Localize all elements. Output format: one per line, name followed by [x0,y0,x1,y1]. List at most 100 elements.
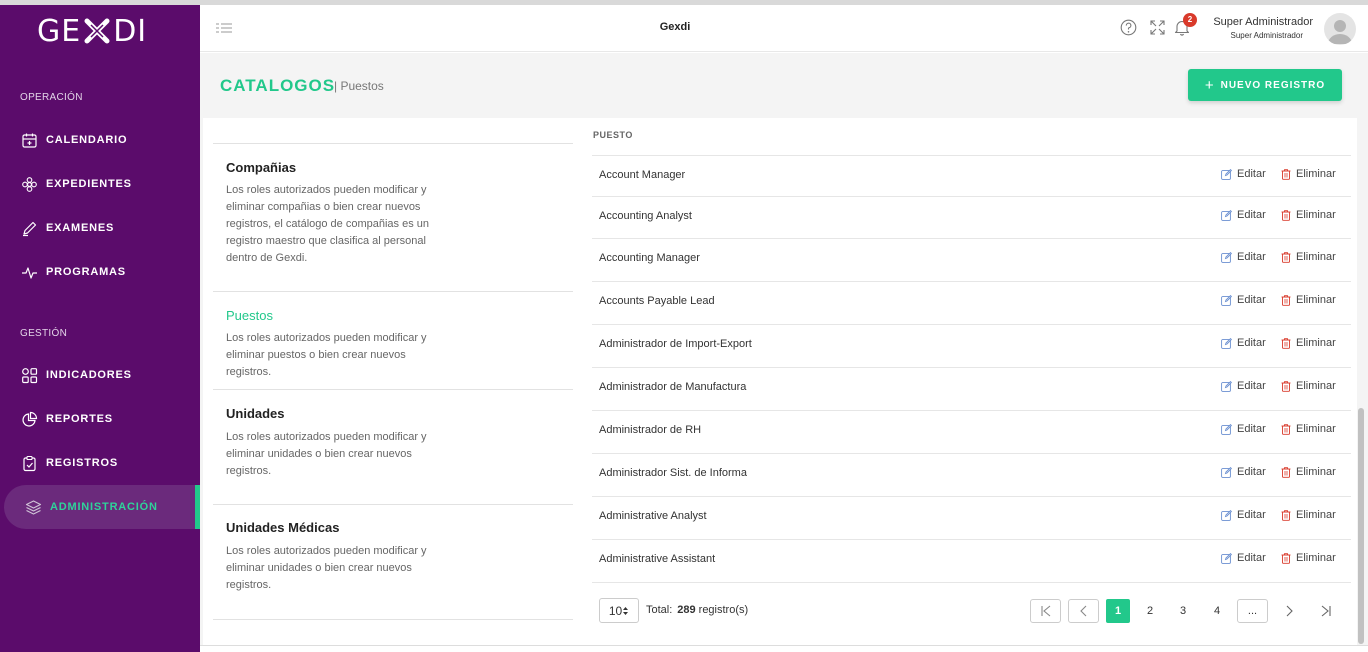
help-icon[interactable] [1120,19,1137,36]
delete-button[interactable]: Eliminar [1281,552,1336,564]
sidebar-item-indicadores[interactable]: INDICADORES [0,353,200,397]
logo[interactable]: GE DI [37,13,147,49]
total-label: Total: [646,604,673,616]
first-page-button[interactable] [1030,599,1061,623]
logo-text-left: GE [37,13,82,49]
user-role: Super Administrador [1230,31,1303,40]
table-row: Administrador de Manufactura Editar Elimin… [592,367,1351,410]
delete-label: Eliminar [1296,509,1336,521]
table-row: Accounting Analyst Editar Eliminar [592,196,1351,239]
edit-icon [1221,509,1232,521]
page-size-select[interactable]: 10 [599,598,639,623]
delete-button[interactable]: Eliminar [1281,209,1336,221]
user-name[interactable]: Super Administrador [1213,16,1313,28]
total-records: Total: 289 registro(s) [646,604,748,616]
catalog-description: Los roles autorizados pueden modificar y… [226,184,430,264]
delete-button[interactable]: Eliminar [1281,466,1336,478]
edit-button[interactable]: Editar [1221,209,1266,221]
last-page-icon [1321,605,1331,617]
edit-label: Editar [1237,251,1266,263]
table-row: Administrador Sist. de Informa Editar Elim… [592,453,1351,496]
edit-button[interactable]: Editar [1221,552,1266,564]
edit-button[interactable]: Editar [1221,294,1266,306]
table-row: Administrador de Import-Export Editar Elim… [592,324,1351,367]
sidebar-item-expedientes[interactable]: EXPEDIENTES [0,162,200,206]
avatar[interactable] [1324,13,1356,45]
edit-button[interactable]: Editar [1221,251,1266,263]
catalog-title: Puestos [226,308,273,323]
edit-icon [1221,466,1232,478]
delete-button[interactable]: Eliminar [1281,337,1336,349]
delete-label: Eliminar [1296,552,1336,564]
edit-label: Editar [1237,209,1266,221]
delete-button[interactable]: Eliminar [1281,168,1336,180]
page-2-button[interactable]: 2 [1138,599,1162,623]
fullscreen-icon[interactable] [1149,19,1166,36]
clipboard-icon [23,455,36,471]
last-page-button[interactable] [1314,599,1338,623]
edit-label: Editar [1237,552,1266,564]
trash-icon [1281,251,1291,263]
edit-button[interactable]: Editar [1221,168,1266,180]
edit-button[interactable]: Editar [1221,509,1266,521]
puesto-name: Administrador de Import-Export [599,338,752,350]
page-3-button[interactable]: 3 [1171,599,1195,623]
edit-label: Editar [1237,168,1266,180]
edit-button[interactable]: Editar [1221,380,1266,392]
table-row: Accounting Manager Editar Eliminar [592,238,1351,281]
edit-icon [1221,251,1232,263]
sidebar-item-programas[interactable]: PROGRAMAS [0,250,200,294]
catalog-title: Compañias [226,160,297,175]
prev-page-button[interactable] [1068,599,1099,623]
edit-icon [1221,337,1232,349]
page-4-button[interactable]: 4 [1205,599,1229,623]
layers-icon [25,499,42,515]
trash-icon [1281,466,1291,478]
sidebar-item-label: EXPEDIENTES [46,178,132,190]
catalog-item-puestos[interactable]: Puestos Los roles autorizados pueden mod… [213,291,573,389]
catalog-item-companias[interactable]: Compañias Los roles autorizados pueden m… [213,143,573,292]
trash-icon [1281,380,1291,392]
delete-button[interactable]: Eliminar [1281,251,1336,263]
delete-button[interactable]: Eliminar [1281,509,1336,521]
total-count: 289 [677,604,696,616]
pulse-icon [22,266,37,279]
puesto-name: Administrador de Manufactura [599,381,747,393]
delete-label: Eliminar [1296,294,1336,306]
sort-arrows-icon [623,606,629,615]
delete-button[interactable]: Eliminar [1281,423,1336,435]
sidebar-item-label: REPORTES [46,413,113,425]
delete-label: Eliminar [1296,337,1336,349]
sidebar-item-registros[interactable]: REGISTROS [0,441,200,485]
sidebar-item-calendario[interactable]: CALENDARIO [0,118,200,162]
puesto-name: Administrador de RH [599,424,702,436]
pie-chart-icon [22,411,38,427]
sidebar-item-label: CALENDARIO [46,134,128,146]
catalog-item-unidades[interactable]: Unidades Los roles autorizados pueden mo… [213,389,573,504]
table-row: Administrador de RH Editar Eliminar [592,410,1351,453]
puesto-name: Administrative Analyst [599,510,707,522]
page-1-button[interactable]: 1 [1106,599,1130,623]
catalog-title: Unidades [226,406,285,421]
edit-button[interactable]: Editar [1221,423,1266,435]
first-page-icon [1040,605,1050,617]
delete-label: Eliminar [1296,466,1336,478]
edit-button[interactable]: Editar [1221,466,1266,478]
sidebar-item-reportes[interactable]: REPORTES [0,397,200,441]
delete-button[interactable]: Eliminar [1281,294,1336,306]
catalog-item-unidades-medicas[interactable]: Unidades Médicas Los roles autorizados p… [213,504,573,620]
grid-icon [22,367,38,383]
sidebar-item-examenes[interactable]: EXAMENES [0,206,200,250]
page-title: CATALOGOS [220,76,336,95]
scrollbar[interactable] [1358,408,1364,644]
edit-icon [1221,168,1232,180]
more-pages-button[interactable]: ... [1237,599,1268,623]
edit-button[interactable]: Editar [1221,337,1266,349]
new-record-button[interactable]: + NUEVO REGISTRO [1188,69,1342,101]
notification-badge: 2 [1183,13,1197,27]
section-label-gestion: GESTIÓN [20,328,68,339]
sidebar-item-administracion[interactable]: ADMINISTRACIÓN [4,485,200,529]
next-page-button[interactable] [1277,599,1301,623]
delete-button[interactable]: Eliminar [1281,380,1336,392]
table-bottom-border [592,582,1351,583]
